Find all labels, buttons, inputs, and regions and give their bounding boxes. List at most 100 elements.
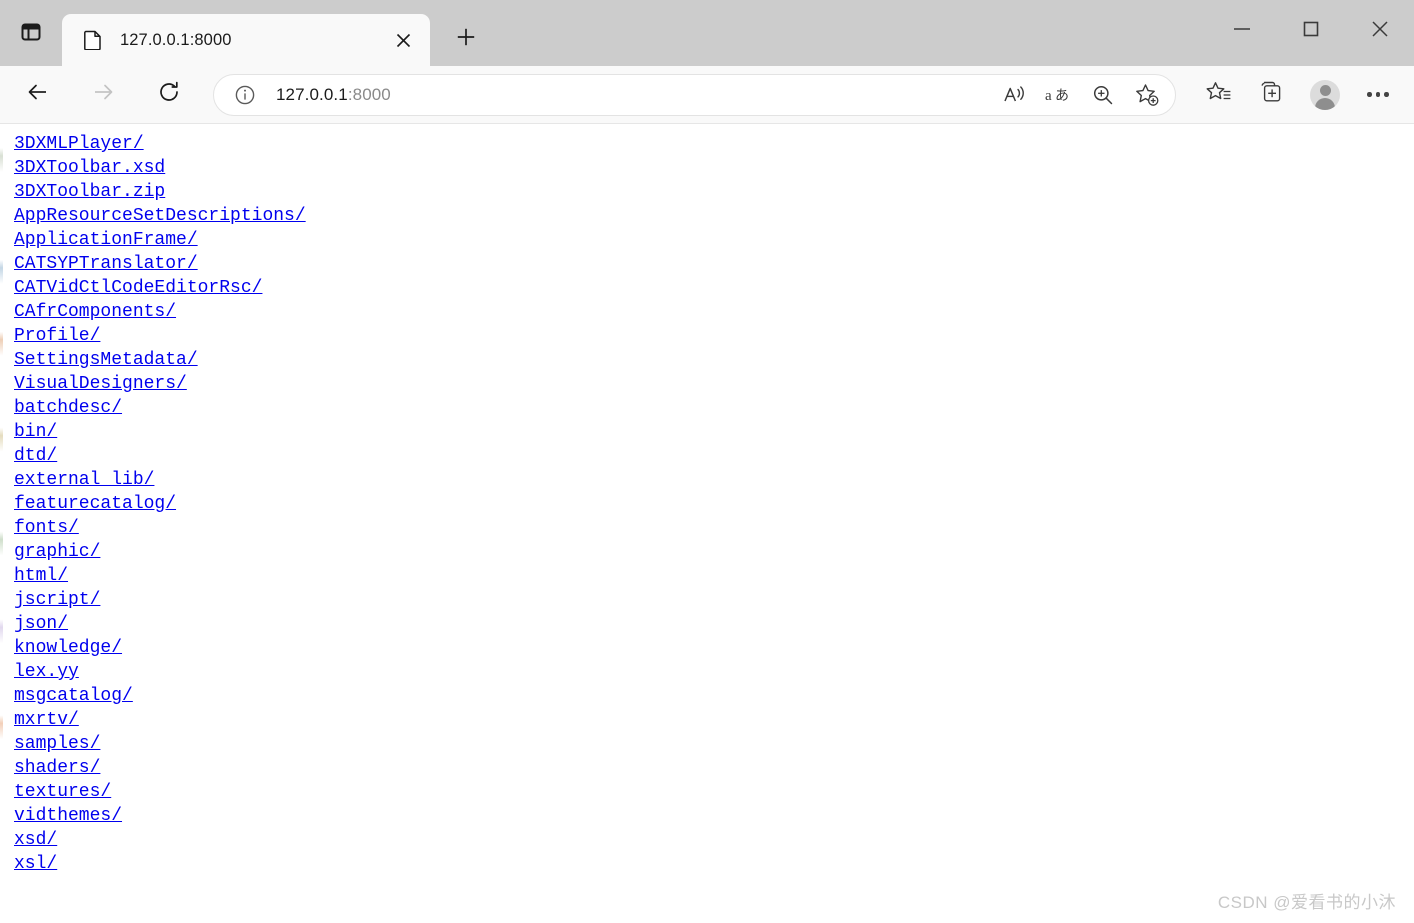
list-item: batchdesc/ xyxy=(14,396,1414,420)
collections-button[interactable] xyxy=(1250,75,1294,115)
list-item: json/ xyxy=(14,612,1414,636)
directory-link[interactable]: external_lib/ xyxy=(14,470,154,490)
url-host: 127.0.0.1 xyxy=(276,84,348,104)
tab-title: 127.0.0.1:8000 xyxy=(120,30,232,49)
browser-tab[interactable]: 127.0.0.1:8000 xyxy=(62,14,430,66)
read-aloud-icon[interactable] xyxy=(993,77,1037,113)
close-window-button[interactable] xyxy=(1345,0,1414,62)
list-item: 3DXMLPlayer/ xyxy=(14,132,1414,156)
directory-link[interactable]: xsl/ xyxy=(14,854,57,874)
url-port: :8000 xyxy=(347,84,391,104)
directory-link[interactable]: Profile/ xyxy=(14,326,100,346)
list-item: lex.yy xyxy=(14,660,1414,684)
zoom-icon[interactable] xyxy=(1081,77,1125,113)
close-icon xyxy=(1371,20,1389,43)
list-item: xsl/ xyxy=(14,852,1414,876)
list-item: mxrtv/ xyxy=(14,708,1414,732)
list-item: featurecatalog/ xyxy=(14,492,1414,516)
directory-link[interactable]: 3DXToolbar.zip xyxy=(14,182,165,202)
forward-button[interactable] xyxy=(83,75,123,115)
settings-and-more-button[interactable] xyxy=(1356,75,1400,115)
avatar-body xyxy=(1315,97,1335,110)
add-favorite-icon[interactable] xyxy=(1125,77,1169,113)
directory-link[interactable]: textures/ xyxy=(14,782,111,802)
favorites-icon xyxy=(1206,80,1232,109)
list-item: SettingsMetadata/ xyxy=(14,348,1414,372)
list-item: knowledge/ xyxy=(14,636,1414,660)
browser-window: 127.0.0.1:8000 127.0.0.1:8000 a あ 3DXMLP… xyxy=(0,0,1414,923)
profile-button[interactable] xyxy=(1303,75,1347,115)
minimize-icon xyxy=(1232,22,1252,40)
directory-link[interactable]: CATSYPTranslator/ xyxy=(14,254,198,274)
directory-link[interactable]: msgcatalog/ xyxy=(14,686,133,706)
list-item: shaders/ xyxy=(14,756,1414,780)
list-item: fonts/ xyxy=(14,516,1414,540)
directory-link[interactable]: ApplicationFrame/ xyxy=(14,230,198,250)
tab-close-button[interactable] xyxy=(388,25,418,55)
list-item: VisualDesigners/ xyxy=(14,372,1414,396)
page-content: 3DXMLPlayer/3DXToolbar.xsd 3DXToolbar.zip… xyxy=(0,124,1414,923)
new-tab-button[interactable] xyxy=(444,17,488,61)
list-item: AppResourceSetDescriptions/ xyxy=(14,204,1414,228)
address-bar-input[interactable]: 127.0.0.1:8000 xyxy=(276,85,993,105)
directory-link[interactable]: fonts/ xyxy=(14,518,79,538)
directory-link[interactable]: CATVidCtlCodeEditorRsc/ xyxy=(14,278,262,298)
minimize-button[interactable] xyxy=(1207,0,1276,62)
title-bar: 127.0.0.1:8000 xyxy=(0,0,1414,66)
omnibox-actions: a あ xyxy=(993,77,1169,113)
address-bar[interactable]: 127.0.0.1:8000 a あ xyxy=(213,73,1176,116)
directory-link[interactable]: 3DXToolbar.xsd xyxy=(14,158,165,178)
directory-link[interactable]: shaders/ xyxy=(14,758,100,778)
list-item: 3DXToolbar.xsd xyxy=(14,156,1414,180)
list-item: vidthemes/ xyxy=(14,804,1414,828)
directory-link[interactable]: knowledge/ xyxy=(14,638,122,658)
list-item: Profile/ xyxy=(14,324,1414,348)
directory-link[interactable]: 3DXMLPlayer/ xyxy=(14,134,144,154)
list-item: msgcatalog/ xyxy=(14,684,1414,708)
list-item: dtd/ xyxy=(14,444,1414,468)
directory-link[interactable]: mxrtv/ xyxy=(14,710,79,730)
maximize-button[interactable] xyxy=(1276,0,1345,62)
directory-link[interactable]: lex.yy xyxy=(14,662,79,682)
directory-link[interactable]: html/ xyxy=(14,566,68,586)
list-item: CAfrComponents/ xyxy=(14,300,1414,324)
list-item: xsd/ xyxy=(14,828,1414,852)
document-icon xyxy=(84,30,102,50)
directory-link[interactable]: bin/ xyxy=(14,422,57,442)
directory-link[interactable]: AppResourceSetDescriptions/ xyxy=(14,206,306,226)
translate-icon[interactable]: a あ xyxy=(1037,77,1081,113)
refresh-icon xyxy=(157,80,181,109)
settings-more-icon xyxy=(1367,92,1389,97)
watermark: CSDN @爱看书的小沐 xyxy=(1217,893,1396,912)
back-button[interactable] xyxy=(18,75,58,115)
maximize-icon xyxy=(1302,20,1320,43)
navigation-toolbar: 127.0.0.1:8000 a あ xyxy=(0,66,1414,124)
favorites-button[interactable] xyxy=(1197,75,1241,115)
arrow-left-icon xyxy=(26,80,50,109)
directory-link[interactable]: samples/ xyxy=(14,734,100,754)
avatar-head xyxy=(1319,84,1331,96)
directory-link[interactable]: CAfrComponents/ xyxy=(14,302,176,322)
scroll-edge-artifact xyxy=(0,124,3,923)
directory-link[interactable]: featurecatalog/ xyxy=(14,494,176,514)
directory-link[interactable]: xsd/ xyxy=(14,830,57,850)
collections-icon xyxy=(1259,80,1285,109)
list-item: html/ xyxy=(14,564,1414,588)
directory-link[interactable]: jscript/ xyxy=(14,590,100,610)
directory-link[interactable]: VisualDesigners/ xyxy=(14,374,187,394)
info-icon[interactable] xyxy=(228,78,262,112)
directory-link[interactable]: batchdesc/ xyxy=(14,398,122,418)
directory-link[interactable]: vidthemes/ xyxy=(14,806,122,826)
list-item: samples/ xyxy=(14,732,1414,756)
directory-link[interactable]: json/ xyxy=(14,614,68,634)
directory-link[interactable]: graphic/ xyxy=(14,542,100,562)
reload-button[interactable] xyxy=(149,75,189,115)
tab-actions-button[interactable] xyxy=(0,6,62,62)
directory-link[interactable]: SettingsMetadata/ xyxy=(14,350,198,370)
list-item: jscript/ xyxy=(14,588,1414,612)
arrow-right-icon xyxy=(91,80,115,109)
avatar xyxy=(1310,79,1340,110)
list-item: ApplicationFrame/ xyxy=(14,228,1414,252)
directory-listing: 3DXMLPlayer/3DXToolbar.xsd 3DXToolbar.zip… xyxy=(14,132,1414,876)
directory-link[interactable]: dtd/ xyxy=(14,446,57,466)
